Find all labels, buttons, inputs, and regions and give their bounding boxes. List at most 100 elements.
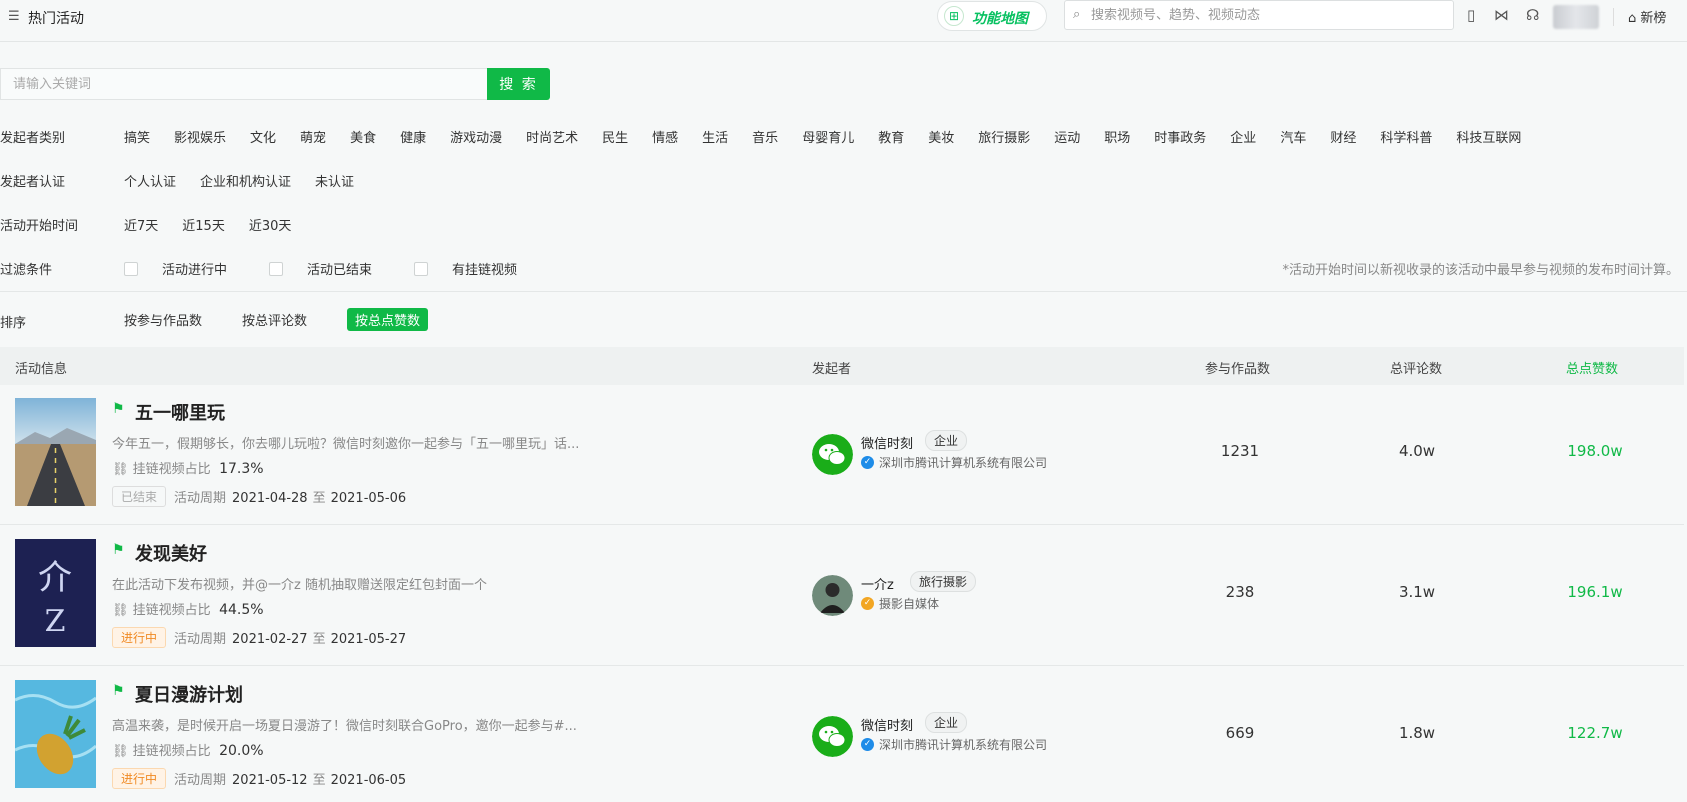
category-option[interactable]: 游戏动漫 xyxy=(450,127,502,146)
start-time-option[interactable]: 近7天 xyxy=(124,215,158,234)
organizer-name[interactable]: 微信时刻 xyxy=(861,433,913,452)
filter-note: *活动开始时间以新视收录的该活动中最早参与视频的发布时间计算。 xyxy=(1282,263,1679,278)
period-label: 活动周期 xyxy=(174,632,227,647)
table-row[interactable]: 介 Z ⚑ 发现美好 在此活动下发布视频，并@一介z 随机抽取赠送限定红包封面一个 ⛓ 挂… xyxy=(0,526,1684,666)
certification-option[interactable]: 未认证 xyxy=(315,171,354,190)
global-search[interactable]: ⌕ xyxy=(1064,0,1454,30)
global-search-input[interactable] xyxy=(1091,4,1446,26)
category-options: 搞笑 影视娱乐 文化 萌宠 美食 健康 游戏动漫 时尚艺术 民生 情感 生活 音乐 母婴育儿 教育 美妆 旅行… xyxy=(124,127,1545,146)
checkbox-box[interactable] xyxy=(269,261,284,276)
organizer-name[interactable]: 一介z xyxy=(861,574,894,593)
certification-option[interactable]: 个人认证 xyxy=(124,171,176,190)
condition-checkbox[interactable]: 活动已结束 xyxy=(269,259,396,278)
activity-period: 进行中 活动周期 2021-05-12 至 2021-06-05 xyxy=(112,768,406,789)
condition-checkbox[interactable]: 活动进行中 xyxy=(124,259,251,278)
works-count: 1231 xyxy=(1220,442,1260,460)
category-option[interactable]: 情感 xyxy=(652,127,678,146)
category-option[interactable]: 教育 xyxy=(878,127,904,146)
category-option[interactable]: 科技互联网 xyxy=(1456,127,1521,146)
activity-title[interactable]: 五一哪里玩 xyxy=(135,399,225,425)
keyword-input[interactable] xyxy=(0,68,487,100)
category-option[interactable]: 生活 xyxy=(702,127,728,146)
activity-thumbnail[interactable] xyxy=(15,680,96,788)
svg-text:介: 介 xyxy=(38,558,72,598)
period-start: 2021-02-27 xyxy=(232,632,308,647)
comments-count: 4.0w xyxy=(1398,442,1436,460)
mobile-icon[interactable]: ▯ xyxy=(1467,6,1475,24)
category-option[interactable]: 母婴育儿 xyxy=(802,127,854,146)
category-option[interactable]: 美食 xyxy=(350,127,376,146)
organizer-avatar[interactable] xyxy=(812,716,853,757)
category-option[interactable]: 健康 xyxy=(400,127,426,146)
col-likes[interactable]: 总点赞数 xyxy=(1566,358,1618,377)
organizer-avatar[interactable] xyxy=(812,575,853,616)
period-label: 活动周期 xyxy=(174,773,227,788)
filter-label: 发起者类别 xyxy=(0,131,66,146)
organizer-tag: 旅行摄影 xyxy=(910,571,977,592)
activity-thumbnail[interactable] xyxy=(15,398,96,506)
col-comments[interactable]: 总评论数 xyxy=(1390,358,1442,377)
activity-title[interactable]: 夏日漫游计划 xyxy=(135,681,243,707)
category-option[interactable]: 影视娱乐 xyxy=(174,127,226,146)
category-option[interactable]: 时事政务 xyxy=(1154,127,1206,146)
organizer-avatar[interactable] xyxy=(812,434,853,475)
link-ratio: ⛓ 挂链视频占比 17.3% xyxy=(112,458,264,477)
category-option[interactable]: 搞笑 xyxy=(124,127,150,146)
category-option[interactable]: 音乐 xyxy=(752,127,778,146)
organizer-tag: 企业 xyxy=(925,430,968,451)
category-option[interactable]: 企业 xyxy=(1230,127,1256,146)
certification-text: 摄影自媒体 xyxy=(879,597,940,611)
sort-option[interactable]: 按参与作品数 xyxy=(124,310,202,329)
category-option[interactable]: 旅行摄影 xyxy=(978,127,1030,146)
certification-option[interactable]: 企业和机构认证 xyxy=(200,171,291,190)
user-avatar[interactable] xyxy=(1553,5,1599,29)
menu-collapse-icon[interactable]: ☰ xyxy=(8,9,20,24)
category-option[interactable]: 文化 xyxy=(250,127,276,146)
category-option[interactable]: 美妆 xyxy=(928,127,954,146)
condition-checkbox[interactable]: 有挂链视频 xyxy=(414,259,541,278)
works-count: 669 xyxy=(1225,724,1255,742)
top-bar: ☰ 热门活动 ⊞ 功能地图 ⌕ ▯ ⋈ ☊ ⌂ 新榜 xyxy=(0,0,1687,42)
function-map-button[interactable]: ⊞ 功能地图 xyxy=(937,1,1047,31)
keyword-search-button[interactable]: 搜 索 xyxy=(487,68,550,100)
checkbox-label: 活动已结束 xyxy=(307,263,373,278)
category-option[interactable]: 民生 xyxy=(602,127,628,146)
category-option[interactable]: 时尚艺术 xyxy=(526,127,578,146)
category-option[interactable]: 汽车 xyxy=(1280,127,1306,146)
period-label: 活动周期 xyxy=(174,491,227,506)
sort-option[interactable]: 按总评论数 xyxy=(242,310,307,329)
activity-title[interactable]: 发现美好 xyxy=(135,540,207,566)
activity-thumbnail[interactable]: 介Z xyxy=(15,539,96,647)
organizer-tag: 企业 xyxy=(925,712,968,733)
divider xyxy=(0,291,1687,292)
sort-option[interactable]: 按总点赞数 xyxy=(347,308,429,331)
likes-count: 196.1w xyxy=(1567,583,1623,601)
period-dates: 2021-02-27 至 2021-05-27 xyxy=(232,628,406,647)
period-sep: 至 xyxy=(312,773,326,788)
organizer-name[interactable]: 微信时刻 xyxy=(861,715,913,734)
ratio-label: 挂链视频占比 xyxy=(132,603,211,618)
category-option[interactable]: 财经 xyxy=(1330,127,1356,146)
newrank-home-link[interactable]: ⌂ 新榜 xyxy=(1628,7,1666,26)
sort-options: 按参与作品数 按总评论数 按总点赞数 xyxy=(124,308,429,331)
butterfly-icon[interactable]: ⋈ xyxy=(1494,6,1509,24)
category-option[interactable]: 运动 xyxy=(1054,127,1080,146)
start-time-option[interactable]: 近30天 xyxy=(249,215,292,234)
divider xyxy=(1613,8,1614,26)
verified-icon: ✓ xyxy=(861,738,874,751)
checkbox-box[interactable] xyxy=(124,261,138,276)
filter-category-row: 发起者类别 搞笑 影视娱乐 文化 萌宠 美食 健康 游戏动漫 时尚艺术 民生 情感 生活 音乐 母婴育儿… xyxy=(0,125,1687,149)
category-option[interactable]: 科学科普 xyxy=(1380,127,1432,146)
table-row[interactable]: ⚑ 五一哪里玩 今年五一，假期够长，你去哪儿玩啦？微信时刻邀你一起参与「五一哪里玩」… xyxy=(0,385,1684,525)
checkbox-box[interactable] xyxy=(414,261,429,276)
link-icon: ⛓ xyxy=(112,462,133,477)
category-option[interactable]: 职场 xyxy=(1104,127,1130,146)
col-works[interactable]: 参与作品数 xyxy=(1205,358,1270,377)
checkbox-label: 有挂链视频 xyxy=(452,263,518,278)
start-time-option[interactable]: 近15天 xyxy=(182,215,225,234)
headset-icon[interactable]: ☊ xyxy=(1526,6,1539,24)
link-icon: ⛓ xyxy=(112,603,133,618)
category-option[interactable]: 萌宠 xyxy=(300,127,326,146)
table-row[interactable]: ⚑ 夏日漫游计划 高温来袭，是时候开启一场夏日漫游了！微信时刻联合GoPro，邀你一… xyxy=(0,667,1684,802)
ratio-value: 17.3% xyxy=(214,461,264,477)
